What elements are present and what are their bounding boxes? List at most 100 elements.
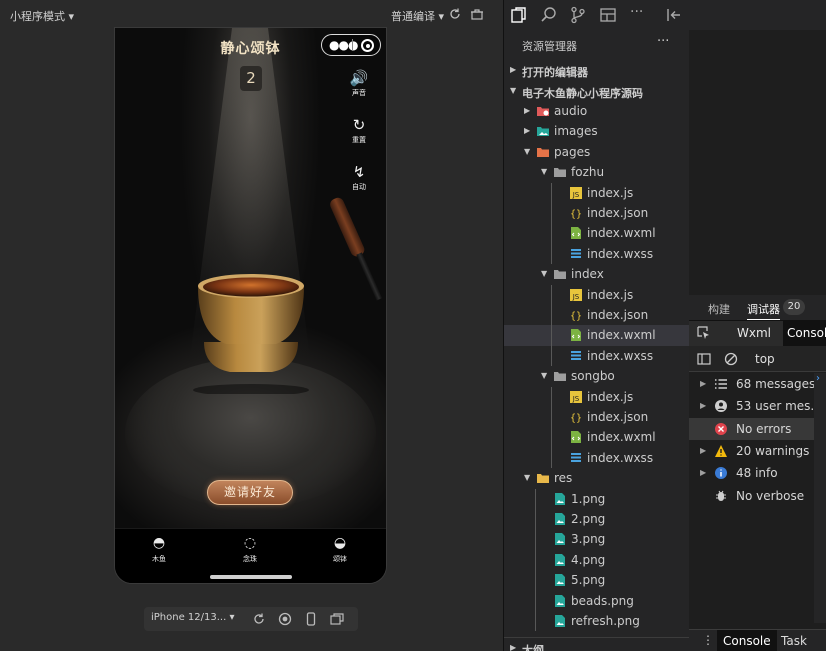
activity-bar: ···	[504, 0, 826, 30]
reset-button[interactable]: ↻ 重置	[345, 117, 373, 145]
mode-select[interactable]: 小程序模式 ▾	[10, 8, 74, 24]
tree-file-index-wxss[interactable]: index.wxss	[504, 448, 689, 469]
clear-console-icon[interactable]	[724, 352, 738, 366]
compile-select[interactable]: 普通编译 ▾	[391, 8, 444, 24]
drawer-tab-task[interactable]: Task	[781, 634, 807, 648]
tab-debugger[interactable]: 调试器	[747, 301, 780, 320]
console-filter-list[interactable]: ▶ 68 messages	[689, 373, 815, 396]
tree-file-2-png[interactable]: 2.png	[504, 509, 689, 530]
project-section[interactable]: ▼ 电子木鱼静心小程序源码	[504, 81, 689, 103]
tree-folder-songbo[interactable]: ▼ songbo	[504, 366, 689, 387]
sound-button[interactable]: 🔊 声音	[345, 70, 373, 98]
console-filter-verbose[interactable]: No verbose	[689, 485, 814, 508]
console-filter-warning[interactable]: ▶ 20 warnings	[689, 440, 814, 463]
chevron-right-icon: ▶	[524, 126, 531, 136]
files-icon[interactable]	[510, 6, 528, 24]
tree-item-label: index.wxss	[587, 450, 654, 465]
clear-cache-icon[interactable]	[470, 7, 484, 21]
console-filter-user[interactable]: ▶ 53 user mes...	[689, 395, 822, 418]
device-select[interactable]: iPhone 12/13... ▾	[151, 612, 235, 623]
tree-file-index-json[interactable]: {} index.json	[504, 305, 689, 326]
search-icon[interactable]	[540, 6, 558, 24]
chevron-down-icon: ▼	[524, 473, 531, 483]
json-file-icon: {}	[569, 308, 583, 322]
tab-wxml[interactable]: Wxml	[737, 326, 771, 340]
tree-file-index-wxml[interactable]: index.wxml	[504, 427, 689, 448]
mallet-image[interactable]	[325, 195, 386, 304]
sidebar-toggle-icon[interactable]	[697, 352, 711, 366]
bowl-icon: ◒	[333, 535, 347, 551]
more-icon[interactable]: ···	[630, 4, 643, 20]
close-target-icon[interactable]	[361, 39, 374, 52]
outline-section[interactable]: ▶ 大纲	[504, 637, 689, 651]
simulator-bottom-bar: iPhone 12/13... ▾	[144, 607, 358, 631]
tab-muyu[interactable]: ◓ 木鱼	[139, 535, 179, 564]
tree-file-index-json[interactable]: {} index.json	[504, 203, 689, 224]
drawer-menu-icon[interactable]: ⋮	[702, 633, 714, 647]
tree-file-index-js[interactable]: JS index.js	[504, 387, 689, 408]
tree-file-index-wxss[interactable]: index.wxss	[504, 244, 689, 265]
tree-item-label: index.wxml	[587, 226, 656, 241]
tree-folder-images[interactable]: ▶ images	[504, 121, 689, 142]
rotate-icon[interactable]	[252, 612, 266, 626]
tree-folder-res[interactable]: ▼ res	[504, 468, 689, 489]
tree-file-refresh-png[interactable]: refresh.png	[504, 611, 689, 632]
hit-counter: 2	[240, 66, 262, 91]
chevron-down-icon: ▼	[541, 371, 548, 381]
tree-item-label: fozhu	[571, 165, 605, 180]
chevron-right-icon: ▶	[510, 65, 517, 74]
wxml-file-icon	[569, 328, 583, 342]
tree-file-index-wxml[interactable]: index.wxml	[504, 223, 689, 244]
tab-songbo[interactable]: ◒ 颂钵	[320, 535, 360, 564]
console-filter-label: 53 user mes...	[736, 399, 822, 414]
drawer-tab-console[interactable]: Console	[717, 630, 777, 651]
tree-file-index-wxml[interactable]: index.wxml	[504, 325, 689, 346]
tab-nianzhu[interactable]: ◌ 念珠	[230, 535, 270, 564]
collapse-panel-icon[interactable]	[665, 6, 683, 24]
expand-chevron-icon[interactable]: ›	[816, 373, 820, 384]
context-select[interactable]: top	[755, 352, 775, 366]
tree-file-index-json[interactable]: {} index.json	[504, 407, 689, 428]
source-control-icon[interactable]	[569, 6, 587, 24]
tree-file-beads-png[interactable]: beads.png	[504, 591, 689, 612]
indent-guide	[551, 182, 552, 265]
console-scroll-strip[interactable]: ›	[814, 373, 826, 623]
console-filter-error[interactable]: No errors	[689, 417, 814, 441]
tree-file-1-png[interactable]: 1.png	[504, 489, 689, 510]
singing-bowl-image[interactable]	[190, 272, 312, 394]
tree-file-4-png[interactable]: 4.png	[504, 550, 689, 571]
chevron-right-icon: ▶	[510, 643, 517, 651]
window-icon[interactable]	[330, 612, 344, 626]
tree-folder-audio[interactable]: ▶ audio	[504, 101, 689, 122]
tree-file-index-js[interactable]: JS index.js	[504, 285, 689, 306]
tree-file-index-wxss[interactable]: index.wxss	[504, 346, 689, 367]
tree-file-3-png[interactable]: 3.png	[504, 529, 689, 550]
inspect-icon[interactable]	[697, 326, 711, 340]
open-editors-section[interactable]: ▶ 打开的编辑器	[504, 60, 689, 82]
explorer-more-icon[interactable]: ···	[657, 34, 669, 49]
menu-capsule[interactable]: ●●●	[321, 34, 381, 56]
tab-build[interactable]: 构建	[708, 301, 730, 317]
extensions-icon[interactable]	[599, 6, 617, 24]
tree-folder-fozhu[interactable]: ▼ fozhu	[504, 162, 689, 183]
tree-item-label: images	[554, 124, 598, 139]
invite-friends-button[interactable]: 邀请好友	[207, 480, 293, 505]
debugger-panel: 构建 调试器 20 Wxml Console top ▶68 messages▶…	[689, 30, 826, 651]
chevron-right-icon: ▶	[700, 445, 707, 455]
home-indicator	[210, 575, 292, 579]
tree-folder-pages[interactable]: ▼ pages	[504, 142, 689, 163]
svg-text:{}: {}	[570, 311, 582, 322]
tree-file-index-js[interactable]: JS index.js	[504, 183, 689, 204]
tree-file-5-png[interactable]: 5.png	[504, 570, 689, 591]
tab-songbo-label: 颂钵	[333, 555, 347, 563]
tree-folder-index[interactable]: ▼ index	[504, 264, 689, 285]
refresh-icon[interactable]	[448, 7, 462, 21]
record-icon[interactable]	[278, 612, 292, 626]
auto-button[interactable]: ↯ 自动	[345, 164, 373, 192]
console-filter-info[interactable]: ▶ 48 info	[689, 462, 814, 485]
more-dots-icon[interactable]: ●●●	[329, 38, 358, 52]
chevron-right-icon: ▶	[700, 468, 707, 478]
phone-icon[interactable]	[304, 612, 318, 626]
tree-item-label: 5.png	[571, 573, 606, 588]
tab-console[interactable]: Console	[783, 321, 826, 346]
